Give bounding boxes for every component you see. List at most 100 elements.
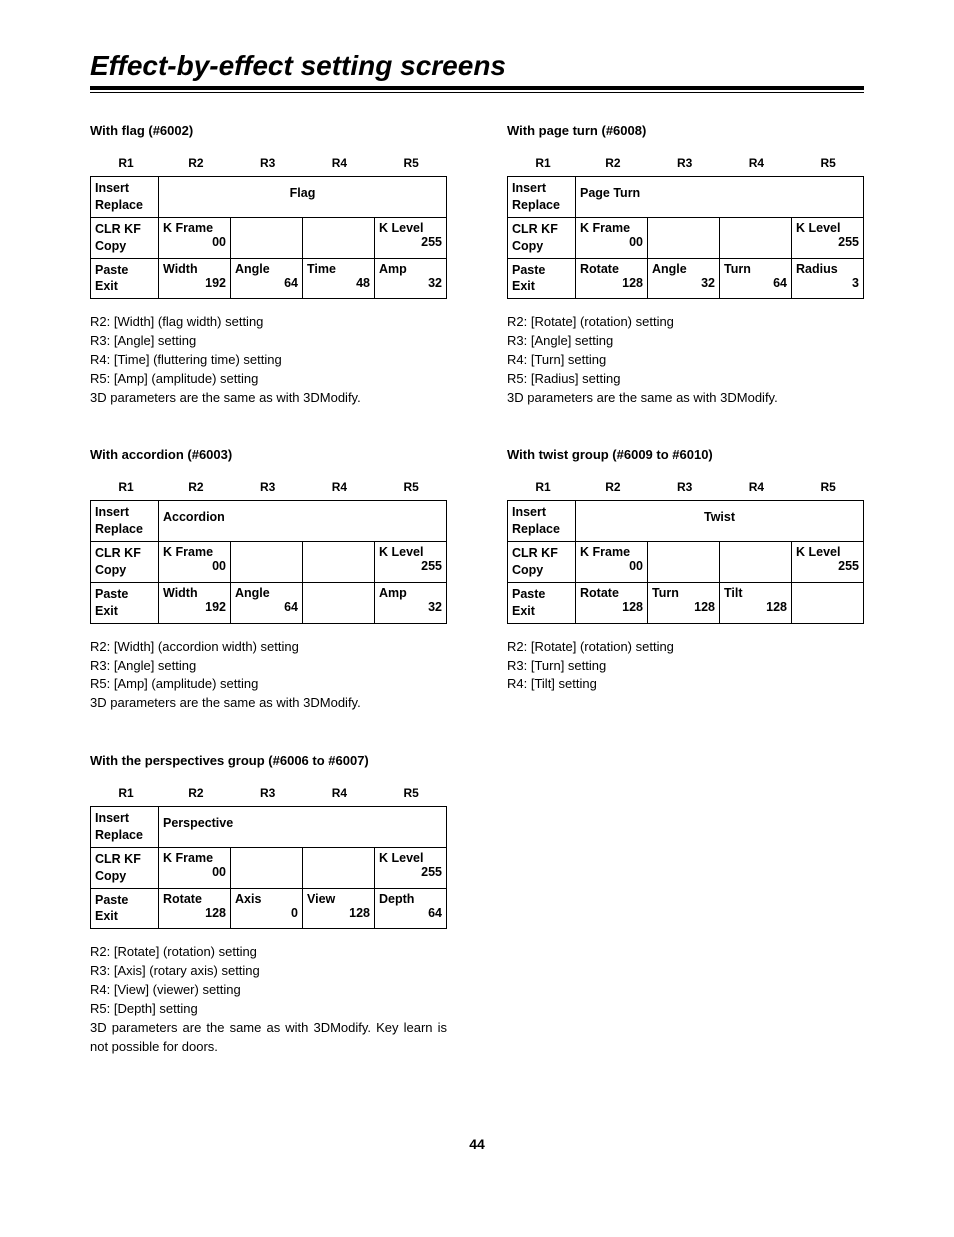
cell xyxy=(648,217,720,258)
param-table: InsertReplace Accordion CLR KFCopy K Fra… xyxy=(90,500,447,623)
header-r4: R4 xyxy=(721,480,793,494)
note-line: R5: [Depth] setting xyxy=(90,1000,447,1019)
cell: Turn64 xyxy=(720,258,792,299)
note-line: 3D parameters are the same as with 3DMod… xyxy=(507,389,864,408)
effect-name-cell: Perspective xyxy=(159,807,447,848)
cell: Amp32 xyxy=(375,582,447,623)
note-line: R3: [Angle] setting xyxy=(90,657,447,676)
column-headers: R1 R2 R3 R4 R5 xyxy=(90,156,447,170)
side-cell: CLR KFCopy xyxy=(508,217,576,258)
side-cell: InsertReplace xyxy=(91,807,159,848)
side-cell: CLR KFCopy xyxy=(91,542,159,583)
cell xyxy=(303,847,375,888)
header-r1: R1 xyxy=(509,156,577,170)
cell: Turn128 xyxy=(648,582,720,623)
side-cell: CLR KFCopy xyxy=(91,217,159,258)
header-r1: R1 xyxy=(509,480,577,494)
cell: K Level255 xyxy=(375,847,447,888)
section-title: With flag (#6002) xyxy=(90,123,447,138)
note-line: R5: [Amp] (amplitude) setting xyxy=(90,370,447,389)
cell: Radius3 xyxy=(792,258,864,299)
note-line: 3D parameters are the same as with 3DMod… xyxy=(90,694,447,713)
cell: K Frame00 xyxy=(159,847,231,888)
side-cell: CLR KFCopy xyxy=(91,847,159,888)
note-line: R5: [Amp] (amplitude) setting xyxy=(90,675,447,694)
page-title: Effect-by-effect setting screens xyxy=(90,50,864,82)
cell xyxy=(231,542,303,583)
note-line: 3D parameters are the same as with 3DMod… xyxy=(90,1019,447,1057)
note-line: R2: [Rotate] (rotation) setting xyxy=(507,313,864,332)
cell: Axis0 xyxy=(231,888,303,929)
effect-name-cell: Twist xyxy=(576,501,864,542)
note-line: R2: [Rotate] (rotation) setting xyxy=(90,943,447,962)
note-line: R4: [Time] (fluttering time) setting xyxy=(90,351,447,370)
column-headers: R1 R2 R3 R4 R5 xyxy=(90,786,447,800)
param-table: InsertReplace Perspective CLR KFCopy K F… xyxy=(90,806,447,929)
cell: Angle64 xyxy=(231,258,303,299)
header-r2: R2 xyxy=(577,156,649,170)
notes: R2: [Rotate] (rotation) setting R3: [Tur… xyxy=(507,638,864,695)
cell: K Frame00 xyxy=(159,542,231,583)
section-title: With accordion (#6003) xyxy=(90,447,447,462)
cell xyxy=(720,217,792,258)
cell xyxy=(792,582,864,623)
side-cell: InsertReplace xyxy=(91,177,159,218)
note-line: R4: [View] (viewer) setting xyxy=(90,981,447,1000)
note-line: R2: [Width] (accordion width) setting xyxy=(90,638,447,657)
side-cell: InsertReplace xyxy=(508,177,576,218)
header-r5: R5 xyxy=(375,480,447,494)
header-r1: R1 xyxy=(92,786,160,800)
cell: K Level255 xyxy=(375,217,447,258)
side-cell: PasteExit xyxy=(91,582,159,623)
side-cell: InsertReplace xyxy=(91,501,159,542)
cell: Width192 xyxy=(159,258,231,299)
header-r2: R2 xyxy=(577,480,649,494)
cell: Time48 xyxy=(303,258,375,299)
cell: Amp32 xyxy=(375,258,447,299)
section-flag: With flag (#6002) R1 R2 R3 R4 R5 InsertR… xyxy=(90,123,447,407)
notes: R2: [Width] (accordion width) setting R3… xyxy=(90,638,447,713)
header-r3: R3 xyxy=(649,480,721,494)
section-title: With twist group (#6009 to #6010) xyxy=(507,447,864,462)
cell: K Frame00 xyxy=(576,217,648,258)
notes: R2: [Width] (flag width) setting R3: [An… xyxy=(90,313,447,407)
header-r2: R2 xyxy=(160,156,232,170)
column-headers: R1 R2 R3 R4 R5 xyxy=(90,480,447,494)
side-cell: PasteExit xyxy=(508,258,576,299)
header-r2: R2 xyxy=(160,786,232,800)
header-r5: R5 xyxy=(375,786,447,800)
side-cell: InsertReplace xyxy=(508,501,576,542)
section-accordion: With accordion (#6003) R1 R2 R3 R4 R5 In… xyxy=(90,447,447,713)
cell: K Frame00 xyxy=(159,217,231,258)
section-title: With page turn (#6008) xyxy=(507,123,864,138)
section-pageturn: With page turn (#6008) R1 R2 R3 R4 R5 In… xyxy=(507,123,864,407)
note-line: R5: [Radius] setting xyxy=(507,370,864,389)
effect-name-cell: Accordion xyxy=(159,501,447,542)
param-table: InsertReplace Twist CLR KFCopy K Frame00… xyxy=(507,500,864,623)
header-r2: R2 xyxy=(160,480,232,494)
header-r1: R1 xyxy=(92,156,160,170)
header-r5: R5 xyxy=(792,156,864,170)
note-line: R3: [Turn] setting xyxy=(507,657,864,676)
cell xyxy=(231,217,303,258)
header-r4: R4 xyxy=(304,786,376,800)
note-line: R3: [Angle] setting xyxy=(90,332,447,351)
cell: Depth64 xyxy=(375,888,447,929)
param-table: InsertReplace Flag CLR KFCopy K Frame00 … xyxy=(90,176,447,299)
cell: K Level255 xyxy=(792,542,864,583)
cell: K Level255 xyxy=(792,217,864,258)
header-r3: R3 xyxy=(649,156,721,170)
header-r5: R5 xyxy=(375,156,447,170)
cell xyxy=(303,542,375,583)
header-r5: R5 xyxy=(792,480,864,494)
cell: Rotate128 xyxy=(576,582,648,623)
column-headers: R1 R2 R3 R4 R5 xyxy=(507,480,864,494)
cell: Angle32 xyxy=(648,258,720,299)
cell: View128 xyxy=(303,888,375,929)
header-r1: R1 xyxy=(92,480,160,494)
side-cell: CLR KFCopy xyxy=(508,542,576,583)
header-r3: R3 xyxy=(232,480,304,494)
cell xyxy=(303,582,375,623)
note-line: R2: [Rotate] (rotation) setting xyxy=(507,638,864,657)
note-line: R2: [Width] (flag width) setting xyxy=(90,313,447,332)
